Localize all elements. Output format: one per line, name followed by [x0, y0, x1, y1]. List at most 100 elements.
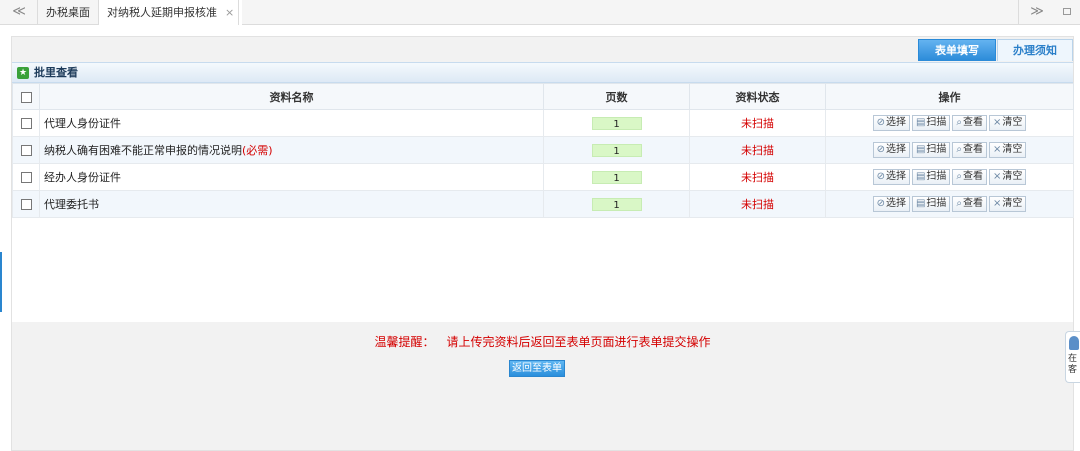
material-name-cell: 经办人身份证件 — [39, 163, 544, 191]
material-name: 代理委托书 — [44, 198, 99, 211]
table-row: 纳税人确有困难不能正常申报的情况说明(必需) 1 未扫描 ⊘选择 ▤扫描 ⌕查看 ×清… — [12, 136, 1074, 164]
batch-view-panel: ★ 批里查看 资料名称 页数 资料状态 操作 代理人身份证件 1 未扫描 ⊘选择… — [12, 62, 1074, 322]
row-checkbox[interactable] — [20, 199, 32, 210]
pages-cell: 1 — [543, 136, 690, 164]
page-count: 1 — [591, 143, 642, 157]
actions-cell: ⊘选择 ▤扫描 ⌕查看 ×清空 — [825, 190, 1074, 218]
column-header-actions: 操作 — [825, 83, 1074, 110]
clear-button[interactable]: ×清空 — [989, 169, 1027, 185]
view-label: 查看 — [963, 144, 984, 155]
clear-button[interactable]: ×清空 — [989, 142, 1027, 158]
paperclip-icon: ⊘ — [876, 198, 885, 209]
page-count: 1 — [591, 170, 642, 184]
side-expand-handle[interactable] — [0, 252, 2, 312]
scan-button[interactable]: ▤扫描 — [911, 196, 951, 212]
paperclip-icon: ⊘ — [876, 171, 885, 182]
actions-cell: ⊘选择 ▤扫描 ⌕查看 ×清空 — [825, 109, 1074, 137]
scroll-tabs-left-icon[interactable]: ≪ — [8, 4, 30, 20]
close-icon: × — [993, 144, 1002, 155]
online-service-widget[interactable]: 在客 — [1065, 331, 1080, 383]
pages-cell: 1 — [543, 190, 690, 218]
service-label: 在客 — [1068, 354, 1078, 375]
actions-cell: ⊘选择 ▤扫描 ⌕查看 ×清空 — [825, 163, 1074, 191]
customer-service-icon — [1069, 336, 1079, 350]
scan-button[interactable]: ▤扫描 — [911, 115, 951, 131]
clear-label: 清空 — [1002, 144, 1023, 155]
page-count: 1 — [591, 116, 642, 130]
maximize-icon[interactable] — [1063, 8, 1071, 15]
scanner-icon: ▤ — [915, 144, 926, 155]
view-button[interactable]: ⌕查看 — [952, 142, 988, 158]
required-mark: (必需) — [242, 144, 273, 157]
view-label: 查看 — [963, 117, 984, 128]
select-button[interactable]: ⊘选择 — [872, 142, 910, 158]
clear-button[interactable]: ×清空 — [989, 115, 1027, 131]
status-cell: 未扫描 — [689, 163, 826, 191]
scanner-icon: ▤ — [915, 198, 926, 209]
scanner-icon: ▤ — [915, 117, 926, 128]
tab-label: 办税桌面 — [46, 6, 90, 19]
close-icon: × — [993, 117, 1002, 128]
view-button[interactable]: ⌕查看 — [952, 196, 988, 212]
actions-cell: ⊘选择 ▤扫描 ⌕查看 ×清空 — [825, 136, 1074, 164]
view-button[interactable]: ⌕查看 — [952, 115, 988, 131]
tab-label: 对纳税人延期申报核准 — [107, 6, 217, 19]
scan-button[interactable]: ▤扫描 — [911, 142, 951, 158]
status-cell: 未扫描 — [689, 190, 826, 218]
materials-table: 资料名称 页数 资料状态 操作 代理人身份证件 1 未扫描 ⊘选择 ▤扫描 ⌕查看 ×… — [12, 83, 1074, 218]
table-header-row: 资料名称 页数 资料状态 操作 — [12, 83, 1074, 110]
panel-header: ★ 批里查看 — [12, 63, 1073, 83]
select-all-checkbox[interactable] — [20, 91, 32, 103]
scan-label: 扫描 — [926, 117, 947, 128]
tab-instructions[interactable]: 办理须知 — [997, 39, 1073, 61]
material-name: 代理人身份证件 — [44, 117, 121, 130]
magnifier-icon: ⌕ — [956, 144, 963, 155]
top-tab-bar: ≪ 办税桌面 对纳税人延期申报核准 × ≫ — [0, 0, 1080, 25]
view-button[interactable]: ⌕查看 — [952, 169, 988, 185]
pages-cell: 1 — [543, 109, 690, 137]
material-name-cell: 代理人身份证件 — [39, 109, 544, 137]
row-check-cell — [12, 109, 40, 137]
row-check-cell — [12, 163, 40, 191]
clear-label: 清空 — [1002, 198, 1023, 209]
close-icon[interactable]: × — [225, 6, 234, 19]
tab-form-fill[interactable]: 表单填写 — [918, 39, 996, 61]
close-icon: × — [993, 198, 1002, 209]
material-name-cell: 代理委托书 — [39, 190, 544, 218]
status-cell: 未扫描 — [689, 109, 826, 137]
magnifier-icon: ⌕ — [956, 171, 963, 182]
table-row: 代理委托书 1 未扫描 ⊘选择 ▤扫描 ⌕查看 ×清空 — [12, 190, 1074, 218]
upload-reminder: 温馨提醒： 请上传完资料后返回至表单页面进行表单提交操作 — [12, 333, 1073, 350]
column-header-status: 资料状态 — [689, 83, 826, 110]
select-label: 选择 — [885, 171, 906, 182]
scan-label: 扫描 — [926, 198, 947, 209]
paperclip-icon: ⊘ — [876, 117, 885, 128]
divider — [1018, 0, 1019, 25]
row-checkbox[interactable] — [20, 118, 32, 129]
row-check-cell — [12, 190, 40, 218]
row-checkbox[interactable] — [20, 145, 32, 156]
select-all-cell — [12, 83, 40, 110]
paperclip-icon: ⊘ — [876, 144, 885, 155]
select-button[interactable]: ⊘选择 — [872, 169, 910, 185]
return-to-form-button[interactable]: 返回至表单 — [509, 360, 565, 377]
scan-button[interactable]: ▤扫描 — [911, 169, 951, 185]
scan-label: 扫描 — [926, 171, 947, 182]
select-label: 选择 — [885, 117, 906, 128]
divider — [238, 0, 239, 25]
reminder-label: 温馨提醒： — [374, 335, 435, 349]
row-check-cell — [12, 136, 40, 164]
row-checkbox[interactable] — [20, 172, 32, 183]
scan-label: 扫描 — [926, 144, 947, 155]
tab-desktop[interactable]: 办税桌面 — [38, 0, 98, 25]
view-label: 查看 — [963, 171, 984, 182]
clear-button[interactable]: ×清空 — [989, 196, 1027, 212]
select-button[interactable]: ⊘选择 — [872, 196, 910, 212]
select-button[interactable]: ⊘选择 — [872, 115, 910, 131]
scroll-tabs-right-icon[interactable]: ≫ — [1026, 4, 1048, 20]
magnifier-icon: ⌕ — [956, 198, 963, 209]
page-count: 1 — [591, 197, 642, 211]
tab-extension-approval[interactable]: 对纳税人延期申报核准 × — [99, 0, 243, 25]
select-label: 选择 — [885, 198, 906, 209]
column-header-pages: 页数 — [543, 83, 690, 110]
